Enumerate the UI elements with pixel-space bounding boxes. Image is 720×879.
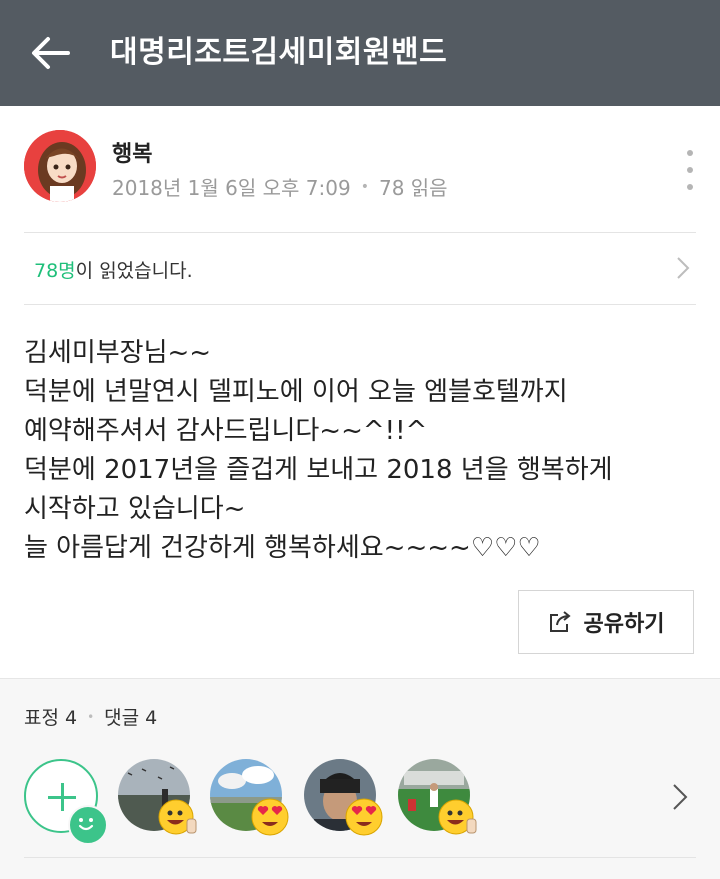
emotion-row bbox=[24, 759, 704, 845]
body-line: 예약해주셔서 감사드립니다~~^!!^ bbox=[24, 416, 428, 446]
more-dot bbox=[687, 184, 693, 190]
author-name[interactable]: 행복 bbox=[112, 136, 152, 168]
chevron-right-icon bbox=[677, 257, 690, 279]
body-line: 김세미부장님~~ bbox=[24, 338, 212, 368]
meta-separator: • bbox=[360, 178, 369, 195]
more-dots-icon bbox=[687, 150, 693, 156]
share-button[interactable]: 공유하기 bbox=[518, 590, 694, 654]
post-header: 행복 2018년 1월 6일 오후 7:09 • 78 읽음 bbox=[0, 106, 720, 232]
plus-icon-stroke bbox=[61, 783, 64, 811]
share-icon bbox=[549, 611, 571, 632]
emotion-count[interactable]: 표정 4 bbox=[24, 703, 77, 730]
heart-eyes-emoji-icon bbox=[345, 798, 383, 836]
band-title: 대명리조트김세미회원밴드 bbox=[110, 35, 448, 70]
comment-count[interactable]: 댓글 4 bbox=[104, 703, 157, 730]
reactor-avatar[interactable] bbox=[398, 759, 477, 835]
heart-eyes-emoji-icon bbox=[251, 798, 289, 836]
reactor-avatar[interactable] bbox=[304, 759, 383, 836]
body-line: 시작하고 있습니다~ bbox=[24, 494, 246, 524]
app-bar: 대명리조트김세미회원밴드 bbox=[0, 0, 720, 106]
body-line: 덕분에 년말연시 델피노에 이어 오늘 엠블호텔까지 bbox=[24, 377, 568, 407]
share-label: 공유하기 bbox=[583, 612, 665, 637]
readers-count: 78명 bbox=[34, 260, 76, 282]
body-line: 덕분에 2017년을 즐겁게 보내고 2018 년을 행복하게 bbox=[24, 455, 613, 485]
smile-icon bbox=[68, 805, 108, 845]
more-dot bbox=[687, 167, 693, 173]
reactions-section: 표정 4 • 댓글 4 bbox=[0, 678, 720, 879]
author-avatar[interactable] bbox=[24, 130, 96, 202]
thumbs-up-emoji-icon bbox=[158, 799, 197, 835]
count-separator: • bbox=[87, 709, 95, 724]
back-arrow-icon bbox=[32, 37, 70, 69]
post-meta: 2018년 1월 6일 오후 7:09 • 78 읽음 bbox=[112, 172, 448, 201]
reaction-counts: 표정 4 • 댓글 4 bbox=[24, 703, 157, 730]
readers-text: 78명이 읽었습니다. bbox=[34, 256, 193, 283]
body-line: 늘 아름답게 건강하게 행복하세요~~~~♡♡♡ bbox=[24, 533, 541, 563]
divider bbox=[24, 857, 696, 858]
read-count-label: 78 읽음 bbox=[378, 176, 448, 200]
reactor-avatar[interactable] bbox=[210, 759, 289, 836]
thumbs-up-emoji-icon bbox=[438, 799, 477, 835]
chevron-right-icon[interactable] bbox=[672, 783, 688, 811]
back-button[interactable] bbox=[26, 30, 74, 76]
post-date: 2018년 1월 6일 오후 7:09 bbox=[112, 176, 351, 200]
divider bbox=[24, 304, 696, 305]
readers-row[interactable]: 78명이 읽었습니다. bbox=[0, 232, 720, 304]
add-emotion-button[interactable] bbox=[24, 759, 108, 845]
reactor-avatar[interactable] bbox=[118, 759, 197, 835]
readers-suffix: 이 읽었습니다. bbox=[75, 260, 193, 282]
post-body: 김세미부장님~~ 덕분에 년말연시 델피노에 이어 오늘 엠블호텔까지 예약해주… bbox=[24, 334, 696, 568]
more-options-button[interactable] bbox=[680, 150, 700, 190]
